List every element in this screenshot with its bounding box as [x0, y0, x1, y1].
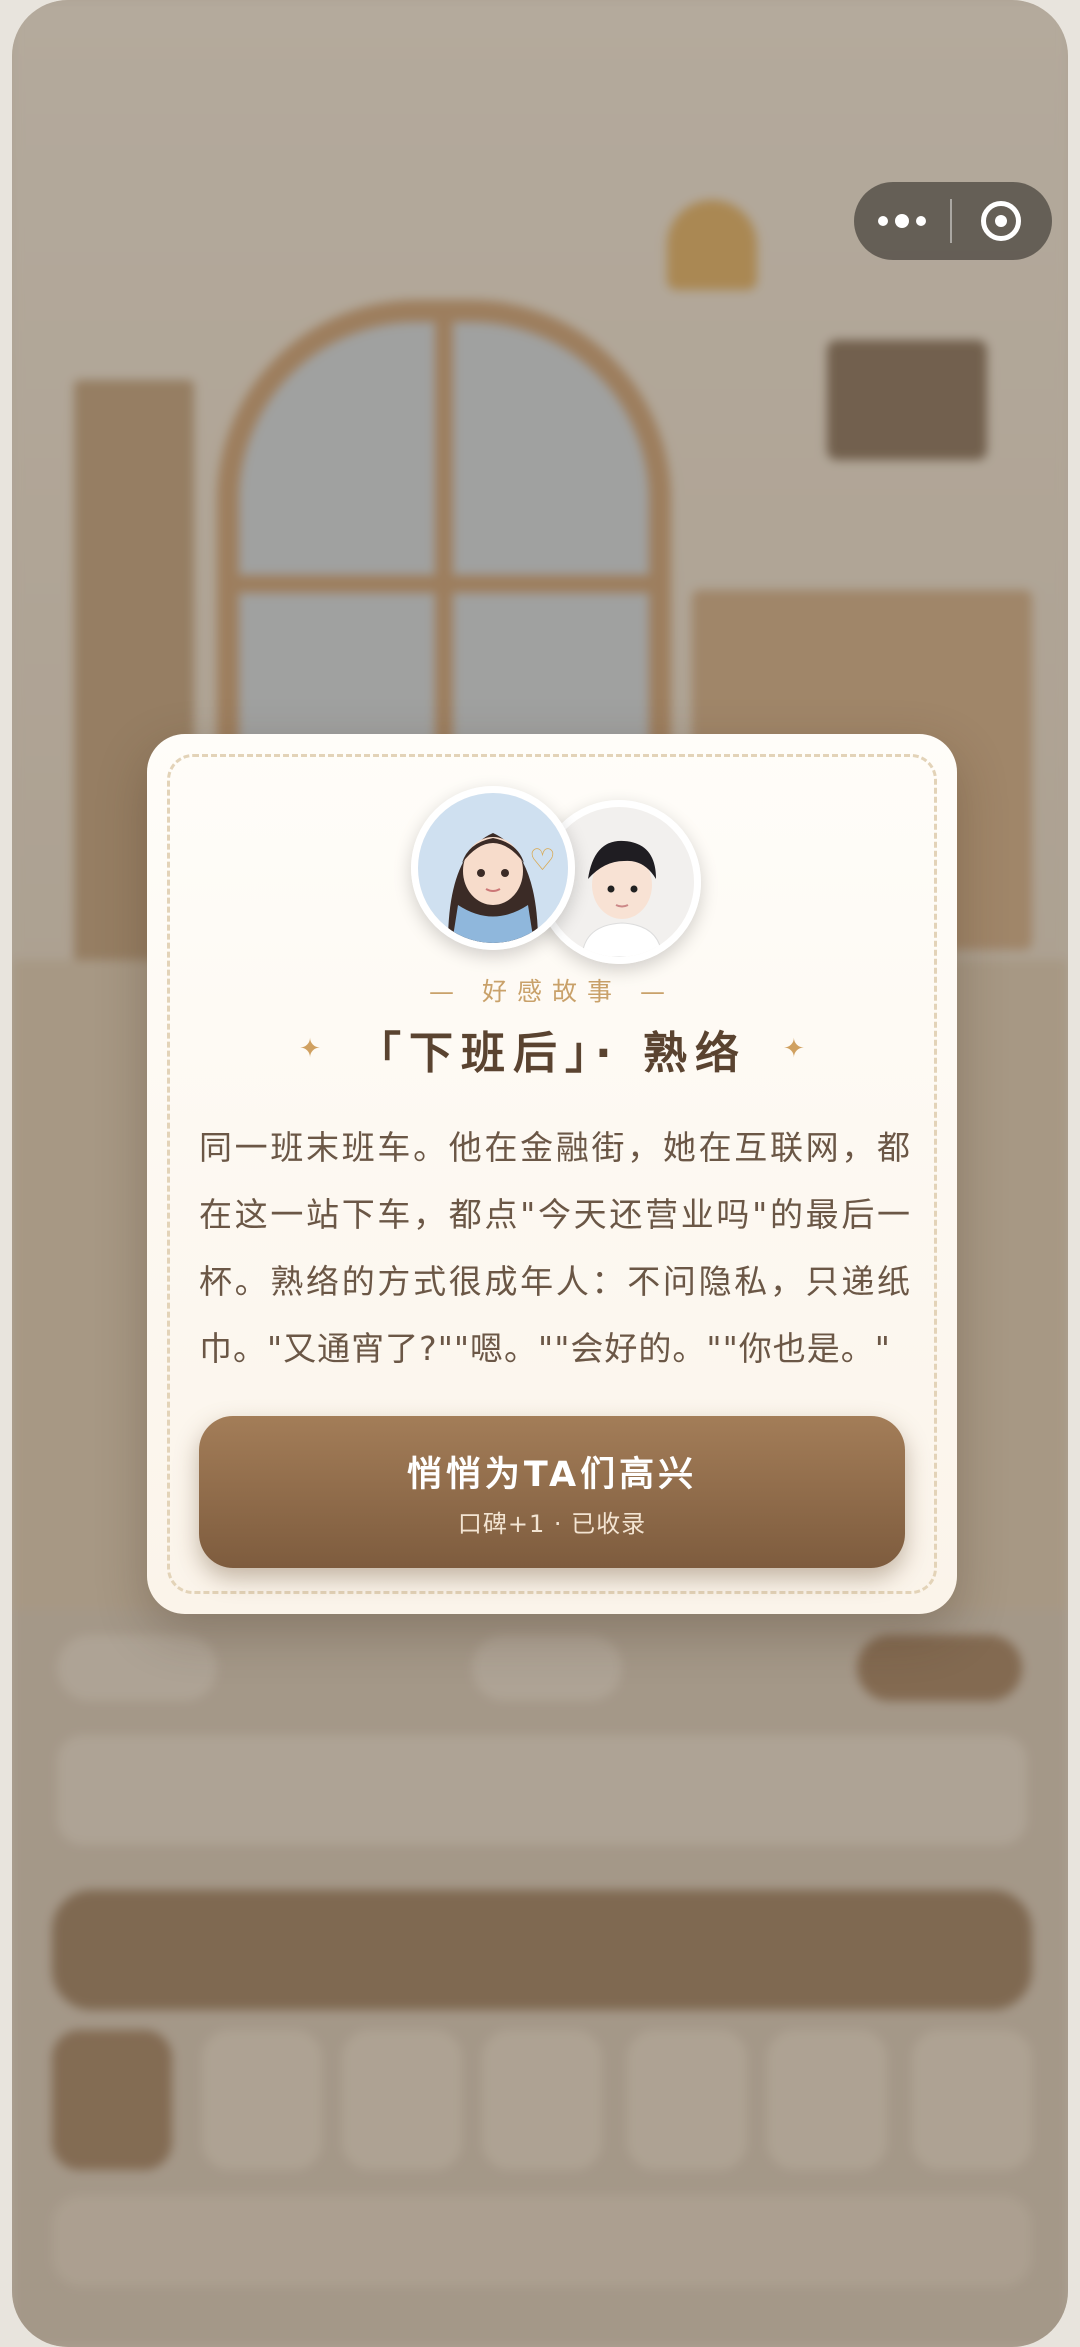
card-eyebrow: — 好感故事 — [429, 977, 675, 1006]
story-card: ♡ — 好感故事 — ✦ 「下班后」· 熟络 ✦ 同一班末班车。他在金融街，她在… [147, 734, 957, 1614]
miniprogram-capsule [854, 182, 1052, 260]
phone-frame: ♡ — 好感故事 — ✦ 「下班后」· 熟络 ✦ 同一班末班车。他在金融街，她在… [12, 0, 1068, 2347]
cta-label: 悄悄为TA们高兴 [406, 1455, 698, 1495]
story-text: 同一班末班车。他在金融街，她在互联网，都在这一站下车，都点"今天还营业吗"的最后… [199, 1128, 911, 1368]
sparkle-icon: ✦ [299, 1034, 321, 1064]
card-title: 「下班后」· 熟络 [356, 1028, 748, 1079]
more-dots-icon[interactable] [854, 182, 950, 260]
cta-sub-label: 口碑+1 · 已收录 [457, 1510, 647, 1538]
happy-for-them-button[interactable]: 悄悄为TA们高兴 口碑+1 · 已收录 [199, 1416, 905, 1568]
target-close-icon[interactable] [952, 182, 1050, 260]
heart-icon: ♡ [529, 843, 556, 878]
card-title-row: ✦ 「下班后」· 熟络 ✦ [147, 1014, 957, 1084]
sparkle-icon: ✦ [783, 1034, 805, 1064]
